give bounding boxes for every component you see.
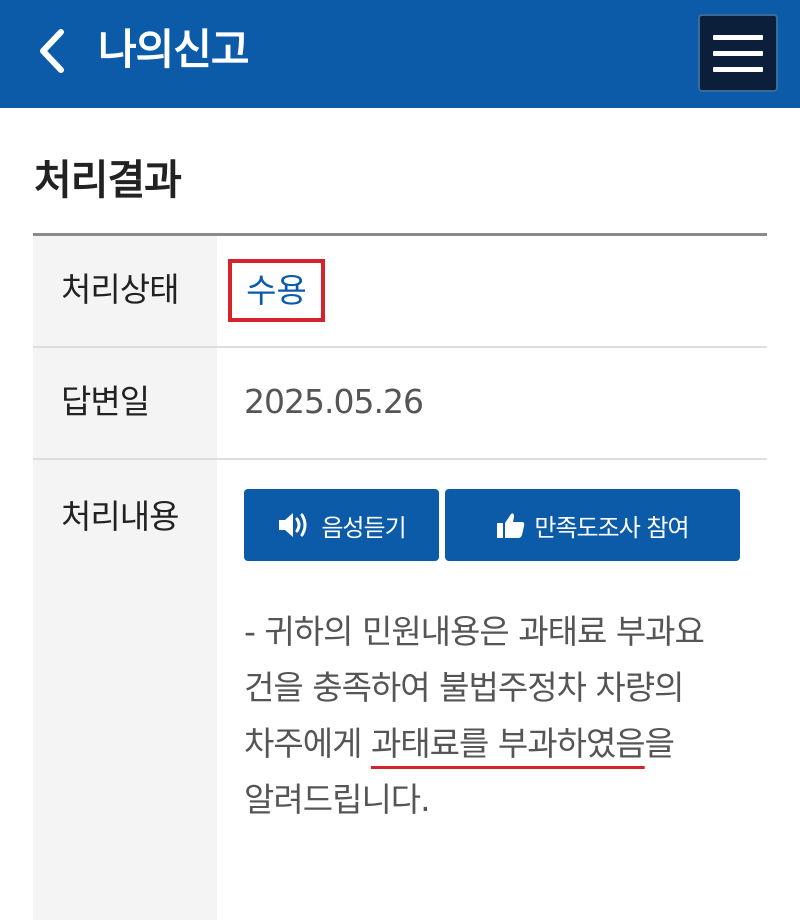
section-title: 처리결과 (34, 156, 182, 204)
page-title: 나의신고 (98, 25, 250, 74)
hamburger-menu-icon (713, 34, 763, 40)
listen-button[interactable]: 음성듣기 (244, 489, 439, 561)
status-row: 처리상태 수용 (33, 236, 767, 348)
content-line: 차주에게 과태료를 부과하였음을 (244, 724, 675, 763)
underlined-highlight: 과태료를 부과하였음 (370, 724, 646, 763)
thumbs-up-icon (497, 513, 525, 538)
speaker-icon (279, 513, 307, 537)
menu-button[interactable] (698, 14, 778, 92)
content-line: - 귀하의 민원내용은 과태료 부과요 (244, 612, 705, 651)
survey-button-label: 만족도조사 참여 (534, 513, 689, 542)
answer-date-value: 2025.05.26 (244, 382, 424, 421)
survey-button[interactable]: 만족도조사 참여 (445, 489, 740, 561)
content-line: 알려드립니다. (244, 780, 431, 819)
process-content-row: 처리내용 음성듣기 만족도조사 참여 - 귀하의 민원내용은 과태료 부과요 건… (33, 460, 767, 920)
chevron-left-icon (40, 29, 64, 73)
app-header: 나의신고 (0, 0, 800, 108)
result-table: 처리상태 수용 답변일 2025.05.26 처리내용 음성듣기 만족도조사 참… (33, 233, 767, 920)
process-content-label: 처리내용 (33, 460, 217, 920)
back-button[interactable] (30, 26, 74, 76)
answer-date-row: 답변일 2025.05.26 (33, 348, 767, 460)
status-label: 처리상태 (33, 236, 217, 346)
status-highlight-box: 수용 (228, 259, 325, 322)
status-value: 수용 (246, 271, 307, 310)
answer-date-label: 답변일 (33, 348, 217, 458)
process-content-text: - 귀하의 민원내용은 과태료 부과요 건을 충족하여 불법주정차 차량의 차주… (244, 604, 744, 828)
listen-button-label: 음성듣기 (321, 513, 406, 542)
content-line: 건을 충족하여 불법주정차 차량의 (244, 668, 685, 707)
